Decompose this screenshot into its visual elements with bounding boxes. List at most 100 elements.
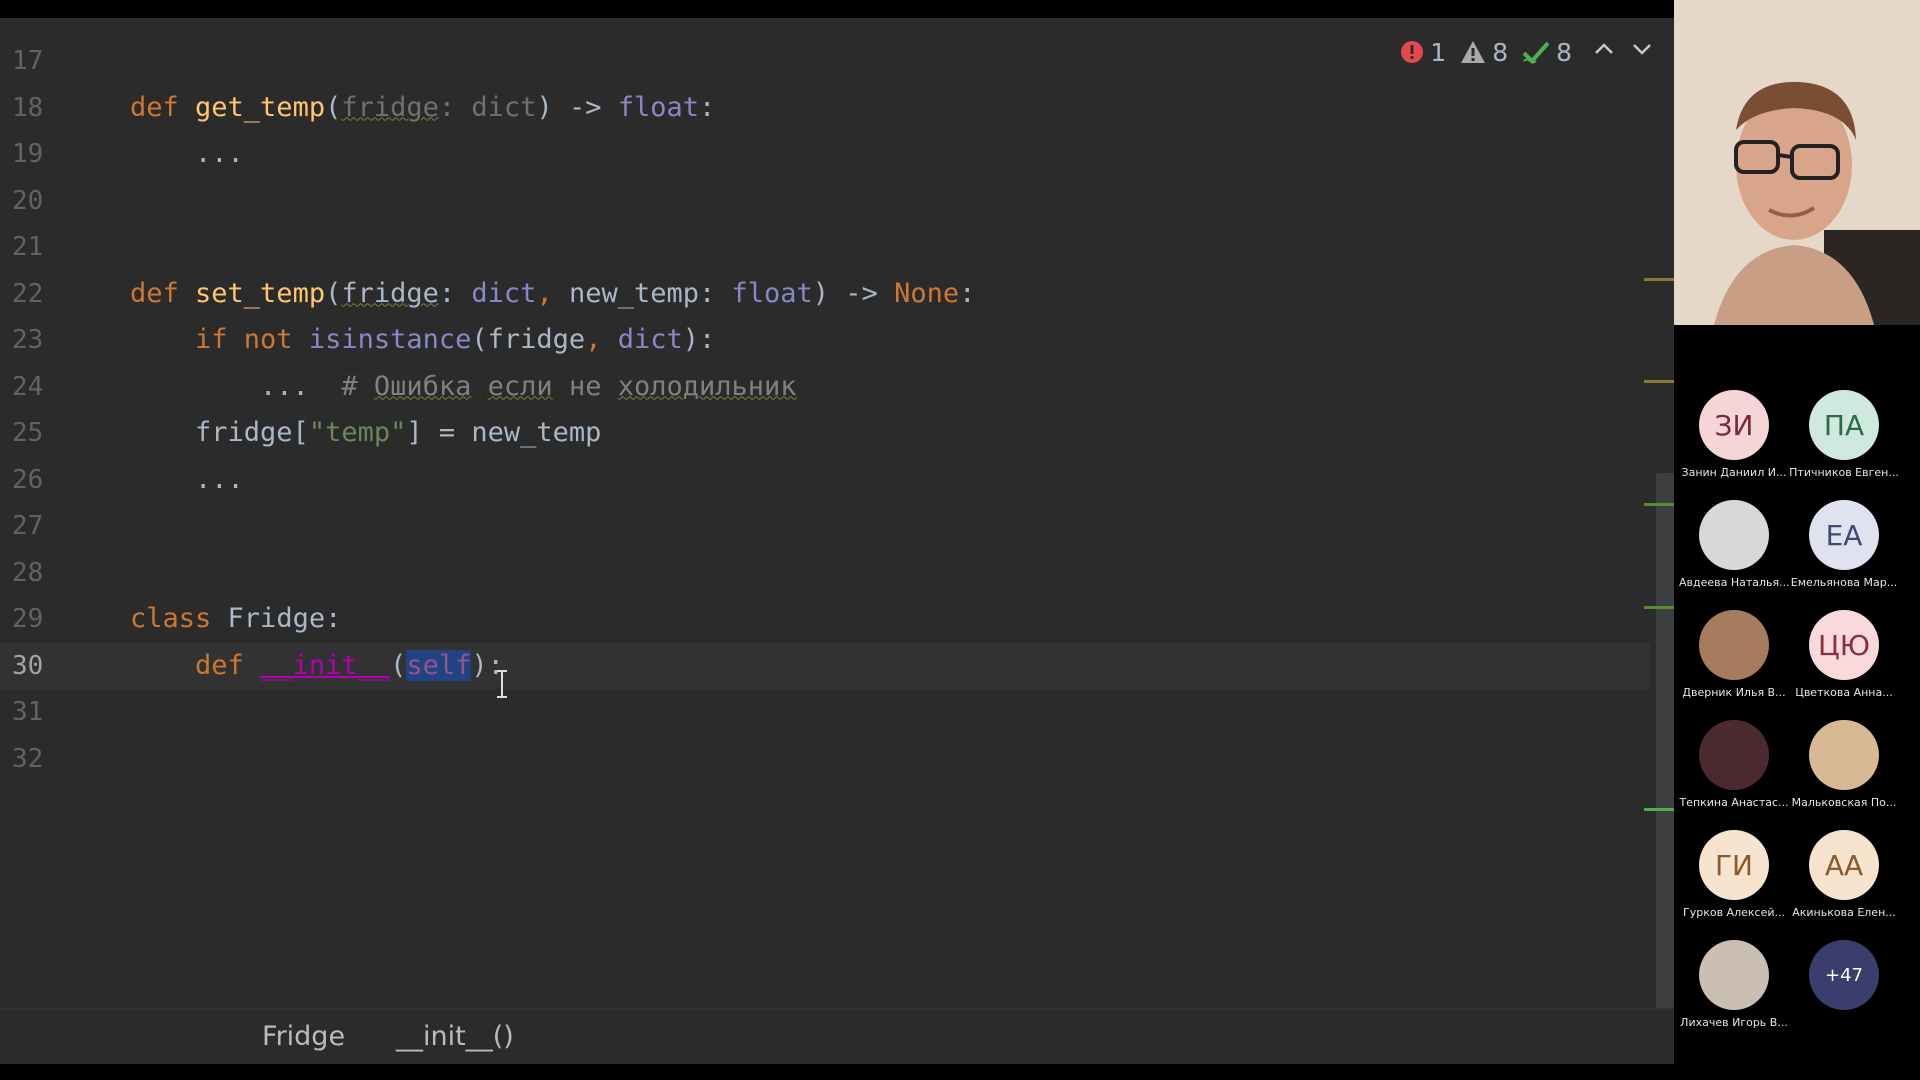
typo-stripe[interactable] bbox=[1644, 808, 1674, 811]
code-text[interactable]: ... bbox=[130, 131, 244, 177]
participant-tile[interactable]: ЗИ Занин Даниил И... bbox=[1679, 390, 1789, 479]
code-text[interactable]: ... # Ошибка если не холодильник bbox=[130, 364, 797, 410]
code-token: ) -> bbox=[536, 91, 618, 123]
code-token: def bbox=[130, 277, 196, 309]
breadcrumb-method[interactable]: __init__() bbox=[396, 1019, 514, 1055]
warning-stripe[interactable] bbox=[1644, 380, 1674, 383]
warning-stripe[interactable] bbox=[1644, 278, 1674, 281]
code-token: ): bbox=[682, 324, 716, 355]
code-token: fridge bbox=[341, 277, 439, 309]
speaker-video[interactable] bbox=[1674, 0, 1920, 325]
avatar bbox=[1699, 500, 1769, 570]
participant-tile[interactable]: Лихачев Игорь В... bbox=[1679, 940, 1789, 1029]
scrollbar[interactable] bbox=[1644, 18, 1674, 1010]
participant-tile[interactable]: Мальковская По... bbox=[1789, 720, 1899, 809]
code-line[interactable]: 19 ... bbox=[0, 131, 1650, 177]
line-number[interactable]: 17 bbox=[12, 38, 82, 84]
participant-tile[interactable]: Авдеева Наталья... bbox=[1679, 500, 1789, 589]
code-text[interactable]: def get_temp(fridge: dict) -> float: bbox=[130, 85, 715, 131]
code-token: self bbox=[406, 649, 472, 681]
line-number[interactable]: 21 bbox=[12, 224, 82, 270]
line-number[interactable]: 31 bbox=[12, 689, 82, 735]
code-token: dict bbox=[471, 277, 537, 309]
text-cursor-icon bbox=[497, 670, 507, 698]
code-area[interactable]: 17 18 def get_temp(fridge: dict) -> float:… bbox=[0, 18, 1650, 1018]
line-number[interactable]: 29 bbox=[12, 596, 82, 642]
code-token: Ошибка bbox=[373, 370, 472, 402]
line-number[interactable]: 20 bbox=[12, 178, 82, 224]
window-bottom-edge bbox=[0, 1064, 1920, 1080]
code-token: : bbox=[959, 277, 976, 309]
code-token: get_temp bbox=[195, 91, 326, 123]
scrollbar-thumb[interactable] bbox=[1656, 473, 1674, 1008]
check-icon bbox=[1522, 41, 1550, 64]
code-line[interactable]: 31 bbox=[0, 689, 1650, 735]
code-token: dict bbox=[471, 91, 537, 123]
code-text[interactable]: if not isinstance(fridge, dict): bbox=[130, 317, 715, 363]
code-token: ( bbox=[325, 91, 342, 123]
code-line[interactable]: 22 def set_temp(fridge: dict, new_temp: f… bbox=[0, 271, 1650, 317]
participant-tile[interactable]: ЕА Емельянова Мар... bbox=[1789, 500, 1899, 589]
code-line[interactable]: 21 bbox=[0, 224, 1650, 270]
code-token: ... bbox=[130, 463, 244, 495]
code-token: если bbox=[487, 370, 553, 402]
code-line[interactable]: 18 def get_temp(fridge: dict) -> float: bbox=[0, 85, 1650, 131]
avatar: АА bbox=[1809, 830, 1879, 900]
participant-tile[interactable]: ГИ Гурков Алексей... bbox=[1679, 830, 1789, 919]
typo-stripe[interactable] bbox=[1644, 503, 1674, 506]
code-line[interactable]: 29 class Fridge: bbox=[0, 596, 1650, 642]
code-token: def bbox=[195, 649, 261, 681]
code-text[interactable]: def __init__(self): bbox=[130, 643, 504, 689]
line-number[interactable]: 23 bbox=[12, 317, 82, 363]
participant-name: Цветкова Анна... bbox=[1795, 686, 1893, 699]
code-token: : bbox=[438, 91, 472, 123]
line-number[interactable]: 18 bbox=[12, 85, 82, 131]
warning-icon bbox=[1461, 41, 1486, 63]
inspection-widget[interactable]: 1 8 8 bbox=[1400, 32, 1654, 72]
code-text[interactable]: fridge["temp"] = new_temp bbox=[130, 410, 601, 456]
code-text[interactable]: def set_temp(fridge: dict, new_temp: flo… bbox=[130, 271, 975, 317]
participant-name: Дверник Илья В... bbox=[1682, 686, 1786, 699]
code-line[interactable]: 30 def __init__(self): bbox=[0, 642, 1650, 689]
participant-tile[interactable]: АА Акинькова Елен... bbox=[1789, 830, 1899, 919]
errors-indicator[interactable]: 1 bbox=[1400, 38, 1446, 67]
code-text[interactable]: class Fridge: bbox=[130, 596, 341, 642]
code-line[interactable]: 24 ... # Ошибка если не холодильник bbox=[0, 364, 1650, 410]
code-text[interactable]: ... bbox=[130, 457, 244, 503]
line-number[interactable]: 24 bbox=[12, 364, 82, 410]
participant-name: Авдеева Наталья... bbox=[1679, 576, 1789, 589]
line-number[interactable]: 19 bbox=[12, 131, 82, 177]
code-token: , bbox=[536, 277, 569, 309]
previous-highlight-icon[interactable] bbox=[1592, 37, 1616, 67]
code-line[interactable]: 28 bbox=[0, 550, 1650, 596]
code-line[interactable]: 25 fridge["temp"] = new_temp bbox=[0, 410, 1650, 456]
code-line[interactable]: 27 bbox=[0, 503, 1650, 549]
participant-tile[interactable]: Дверник Илья В... bbox=[1679, 610, 1789, 699]
participant-tile[interactable]: Тепкина Анастас... bbox=[1679, 720, 1789, 809]
participant-tile[interactable]: ПА Птичников Евген... bbox=[1789, 390, 1899, 479]
code-editor[interactable]: 17 18 def get_temp(fridge: dict) -> float:… bbox=[0, 18, 1674, 1065]
code-line[interactable]: 32 bbox=[0, 736, 1650, 782]
line-number[interactable]: 22 bbox=[12, 271, 82, 317]
code-line[interactable]: 26 ... bbox=[0, 457, 1650, 503]
more-participants-button[interactable]: +47 bbox=[1789, 940, 1899, 1010]
line-number[interactable]: 26 bbox=[12, 457, 82, 503]
line-number[interactable]: 30 bbox=[12, 643, 82, 689]
code-token: # bbox=[341, 370, 374, 402]
code-token: isinstance bbox=[308, 324, 472, 355]
breadcrumb-class[interactable]: Fridge bbox=[262, 1019, 345, 1055]
line-number[interactable]: 32 bbox=[12, 736, 82, 782]
typos-indicator[interactable]: 8 bbox=[1522, 38, 1572, 67]
meeting-panel: ЗИ Занин Даниил И... ПА Птичников Евген... А… bbox=[1674, 0, 1920, 1080]
typo-stripe[interactable] bbox=[1644, 606, 1674, 609]
line-number[interactable]: 28 bbox=[12, 550, 82, 596]
warnings-indicator[interactable]: 8 bbox=[1460, 38, 1508, 67]
code-line[interactable]: 20 bbox=[0, 178, 1650, 224]
line-number[interactable]: 27 bbox=[12, 503, 82, 549]
code-token: def bbox=[130, 91, 196, 123]
participant-tile[interactable]: ЦЮ Цветкова Анна... bbox=[1789, 610, 1899, 699]
participant-name: Лихачев Игорь В... bbox=[1680, 1016, 1788, 1029]
code-token: float bbox=[617, 91, 699, 123]
line-number[interactable]: 25 bbox=[12, 410, 82, 456]
code-line[interactable]: 23 if not isinstance(fridge, dict): bbox=[0, 317, 1650, 363]
